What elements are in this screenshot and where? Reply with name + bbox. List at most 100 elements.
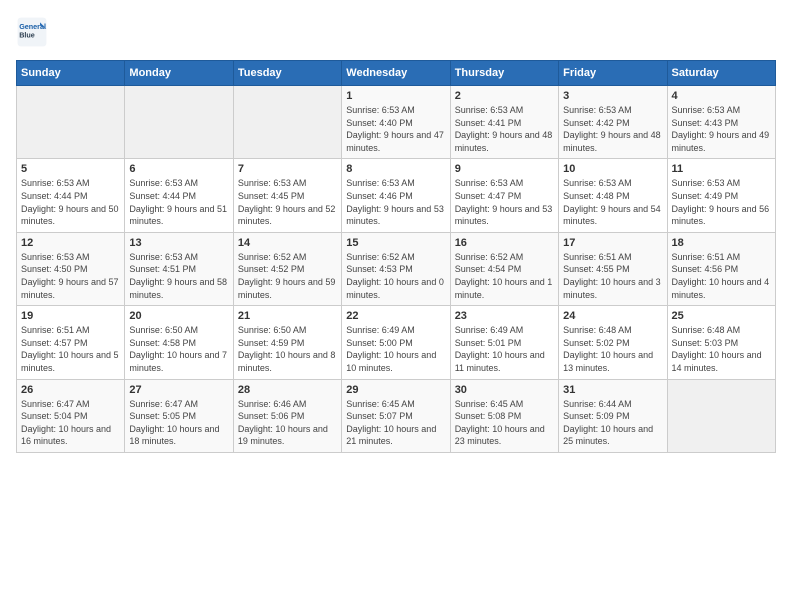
day-info: Sunrise: 6:53 AM Sunset: 4:46 PM Dayligh… [346, 177, 445, 227]
calendar-cell: 10 Sunrise: 6:53 AM Sunset: 4:48 PM Dayli… [559, 159, 667, 232]
day-number: 15 [346, 237, 445, 249]
calendar-cell: 20 Sunrise: 6:50 AM Sunset: 4:58 PM Dayli… [125, 306, 233, 379]
calendar-cell: 21 Sunrise: 6:50 AM Sunset: 4:59 PM Dayli… [233, 306, 341, 379]
day-number: 4 [672, 90, 771, 102]
calendar-cell: 7 Sunrise: 6:53 AM Sunset: 4:45 PM Daylig… [233, 159, 341, 232]
calendar-cell [667, 379, 775, 452]
day-number: 6 [129, 163, 228, 175]
calendar-cell: 16 Sunrise: 6:52 AM Sunset: 4:54 PM Dayli… [450, 232, 558, 305]
calendar-cell: 18Sunrise: 6:51 AM Sunset: 4:56 PM Dayli… [667, 232, 775, 305]
day-info: Sunrise: 6:52 AM Sunset: 4:52 PM Dayligh… [238, 251, 337, 301]
day-number: 28 [238, 384, 337, 396]
day-info: Sunrise: 6:46 AM Sunset: 5:06 PM Dayligh… [238, 398, 337, 448]
day-info: Sunrise: 6:50 AM Sunset: 4:58 PM Dayligh… [129, 324, 228, 374]
day-number: 1 [346, 90, 445, 102]
calendar-cell: 27 Sunrise: 6:47 AM Sunset: 5:05 PM Dayli… [125, 379, 233, 452]
day-info: Sunrise: 6:47 AM Sunset: 5:04 PM Dayligh… [21, 398, 120, 448]
day-number: 20 [129, 310, 228, 322]
calendar-cell: 22 Sunrise: 6:49 AM Sunset: 5:00 PM Dayli… [342, 306, 450, 379]
day-number: 2 [455, 90, 554, 102]
day-info: Sunrise: 6:53 AM Sunset: 4:44 PM Dayligh… [129, 177, 228, 227]
day-info: Sunrise: 6:53 AM Sunset: 4:44 PM Dayligh… [21, 177, 120, 227]
calendar-cell: 19Sunrise: 6:51 AM Sunset: 4:57 PM Dayli… [17, 306, 125, 379]
calendar-cell: 2 Sunrise: 6:53 AM Sunset: 4:41 PM Daylig… [450, 86, 558, 159]
day-number: 7 [238, 163, 337, 175]
day-number: 26 [21, 384, 120, 396]
calendar-cell: 15Sunrise: 6:52 AM Sunset: 4:53 PM Dayli… [342, 232, 450, 305]
svg-text:Blue: Blue [19, 31, 35, 40]
day-number: 27 [129, 384, 228, 396]
logo-icon: General Blue [16, 16, 48, 48]
day-number: 21 [238, 310, 337, 322]
day-number: 25 [672, 310, 771, 322]
day-number: 24 [563, 310, 662, 322]
day-number: 16 [455, 237, 554, 249]
day-info: Sunrise: 6:53 AM Sunset: 4:41 PM Dayligh… [455, 104, 554, 154]
day-info: Sunrise: 6:44 AM Sunset: 5:09 PM Dayligh… [563, 398, 662, 448]
day-info: Sunrise: 6:52 AM Sunset: 4:54 PM Dayligh… [455, 251, 554, 301]
day-number: 30 [455, 384, 554, 396]
calendar-cell: 8Sunrise: 6:53 AM Sunset: 4:46 PM Daylig… [342, 159, 450, 232]
calendar-cell: 9 Sunrise: 6:53 AM Sunset: 4:47 PM Daylig… [450, 159, 558, 232]
day-info: Sunrise: 6:53 AM Sunset: 4:47 PM Dayligh… [455, 177, 554, 227]
day-info: Sunrise: 6:53 AM Sunset: 4:43 PM Dayligh… [672, 104, 771, 154]
day-header-saturday: Saturday [667, 61, 775, 86]
calendar-cell: 26 Sunrise: 6:47 AM Sunset: 5:04 PM Dayli… [17, 379, 125, 452]
calendar-cell: 24 Sunrise: 6:48 AM Sunset: 5:02 PM Dayli… [559, 306, 667, 379]
calendar-cell: 1Sunrise: 6:53 AM Sunset: 4:40 PM Daylig… [342, 86, 450, 159]
calendar-cell: 30Sunrise: 6:45 AM Sunset: 5:08 PM Dayli… [450, 379, 558, 452]
day-info: Sunrise: 6:47 AM Sunset: 5:05 PM Dayligh… [129, 398, 228, 448]
day-info: Sunrise: 6:45 AM Sunset: 5:07 PM Dayligh… [346, 398, 445, 448]
day-number: 29 [346, 384, 445, 396]
calendar-week-4: 19Sunrise: 6:51 AM Sunset: 4:57 PM Dayli… [17, 306, 776, 379]
calendar-cell [233, 86, 341, 159]
day-header-wednesday: Wednesday [342, 61, 450, 86]
calendar-cell: 29 Sunrise: 6:45 AM Sunset: 5:07 PM Dayli… [342, 379, 450, 452]
calendar-cell: 25Sunrise: 6:48 AM Sunset: 5:03 PM Dayli… [667, 306, 775, 379]
day-number: 13 [129, 237, 228, 249]
calendar-week-2: 5 Sunrise: 6:53 AM Sunset: 4:44 PM Daylig… [17, 159, 776, 232]
calendar-week-1: 1Sunrise: 6:53 AM Sunset: 4:40 PM Daylig… [17, 86, 776, 159]
day-number: 22 [346, 310, 445, 322]
calendar-cell: 4 Sunrise: 6:53 AM Sunset: 4:43 PM Daylig… [667, 86, 775, 159]
day-info: Sunrise: 6:51 AM Sunset: 4:56 PM Dayligh… [672, 251, 771, 301]
day-header-monday: Monday [125, 61, 233, 86]
day-number: 12 [21, 237, 120, 249]
day-number: 5 [21, 163, 120, 175]
calendar-cell [125, 86, 233, 159]
day-number: 23 [455, 310, 554, 322]
calendar-cell: 13 Sunrise: 6:53 AM Sunset: 4:51 PM Dayli… [125, 232, 233, 305]
calendar-cell: 12Sunrise: 6:53 AM Sunset: 4:50 PM Dayli… [17, 232, 125, 305]
day-number: 17 [563, 237, 662, 249]
day-number: 31 [563, 384, 662, 396]
day-number: 11 [672, 163, 771, 175]
day-info: Sunrise: 6:49 AM Sunset: 5:00 PM Dayligh… [346, 324, 445, 374]
logo: General Blue [16, 16, 52, 48]
day-info: Sunrise: 6:51 AM Sunset: 4:57 PM Dayligh… [21, 324, 120, 374]
day-header-tuesday: Tuesday [233, 61, 341, 86]
calendar-table: SundayMondayTuesdayWednesdayThursdayFrid… [16, 60, 776, 453]
calendar-week-5: 26 Sunrise: 6:47 AM Sunset: 5:04 PM Dayli… [17, 379, 776, 452]
calendar-cell: 23 Sunrise: 6:49 AM Sunset: 5:01 PM Dayli… [450, 306, 558, 379]
day-info: Sunrise: 6:49 AM Sunset: 5:01 PM Dayligh… [455, 324, 554, 374]
calendar-cell: 5 Sunrise: 6:53 AM Sunset: 4:44 PM Daylig… [17, 159, 125, 232]
day-header-thursday: Thursday [450, 61, 558, 86]
day-info: Sunrise: 6:50 AM Sunset: 4:59 PM Dayligh… [238, 324, 337, 374]
day-number: 3 [563, 90, 662, 102]
day-info: Sunrise: 6:48 AM Sunset: 5:02 PM Dayligh… [563, 324, 662, 374]
day-info: Sunrise: 6:53 AM Sunset: 4:45 PM Dayligh… [238, 177, 337, 227]
day-info: Sunrise: 6:51 AM Sunset: 4:55 PM Dayligh… [563, 251, 662, 301]
day-number: 10 [563, 163, 662, 175]
calendar-cell: 14 Sunrise: 6:52 AM Sunset: 4:52 PM Dayli… [233, 232, 341, 305]
calendar-cell: 11Sunrise: 6:53 AM Sunset: 4:49 PM Dayli… [667, 159, 775, 232]
day-info: Sunrise: 6:53 AM Sunset: 4:42 PM Dayligh… [563, 104, 662, 154]
calendar-cell: 3 Sunrise: 6:53 AM Sunset: 4:42 PM Daylig… [559, 86, 667, 159]
calendar-cell: 28 Sunrise: 6:46 AM Sunset: 5:06 PM Dayli… [233, 379, 341, 452]
page-header: General Blue [16, 16, 776, 48]
day-number: 9 [455, 163, 554, 175]
day-number: 14 [238, 237, 337, 249]
day-header-friday: Friday [559, 61, 667, 86]
day-info: Sunrise: 6:53 AM Sunset: 4:51 PM Dayligh… [129, 251, 228, 301]
day-header-sunday: Sunday [17, 61, 125, 86]
day-info: Sunrise: 6:53 AM Sunset: 4:48 PM Dayligh… [563, 177, 662, 227]
